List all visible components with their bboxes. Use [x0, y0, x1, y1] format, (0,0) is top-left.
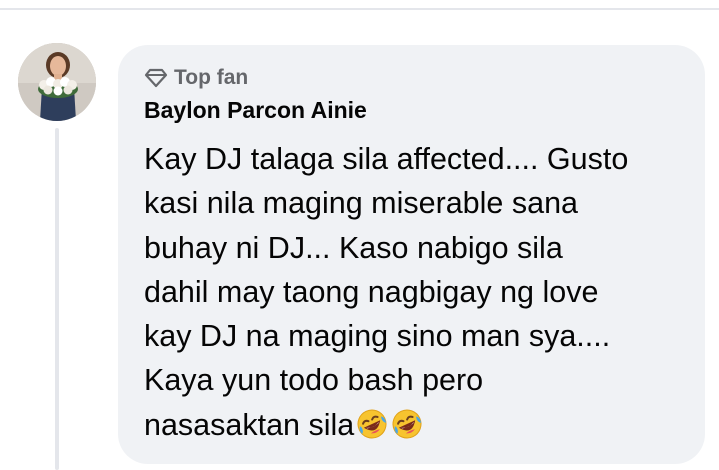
reply-thread-line — [55, 128, 59, 470]
comment-text: Kay DJ talaga sila affected.... Gusto ka… — [144, 137, 694, 447]
comment-bubble: Top fan Baylon Parcon Ainie Kay DJ talag… — [118, 45, 705, 464]
top-fan-badge: Top fan — [144, 65, 248, 91]
rolling-on-floor-laughing-emoji-icon — [357, 409, 387, 439]
comment-line: kay DJ na maging sino man sya.... — [144, 319, 611, 354]
diamond-icon — [144, 68, 168, 88]
comment-line: kasi nila maging miserable sana — [144, 186, 578, 221]
rolling-on-floor-laughing-emoji-icon — [392, 409, 422, 439]
comment-line-text: nasasaktan sila — [144, 407, 355, 442]
comment-line: dahil may taong nagbigay ng love — [144, 274, 599, 309]
comment-line: Kaya yun todo bash pero — [144, 363, 484, 398]
comment-line: Kay DJ talaga sila affected.... Gusto — [144, 142, 629, 176]
comment-line: buhay ni DJ... Kaso nabigo sila — [144, 230, 563, 265]
top-divider — [0, 8, 719, 10]
comment-line-last: nasasaktan sila — [144, 403, 694, 447]
badge-label: Top fan — [174, 66, 249, 89]
comment-author-name[interactable]: Baylon Parcon Ainie — [144, 97, 367, 124]
avatar[interactable] — [18, 43, 96, 121]
